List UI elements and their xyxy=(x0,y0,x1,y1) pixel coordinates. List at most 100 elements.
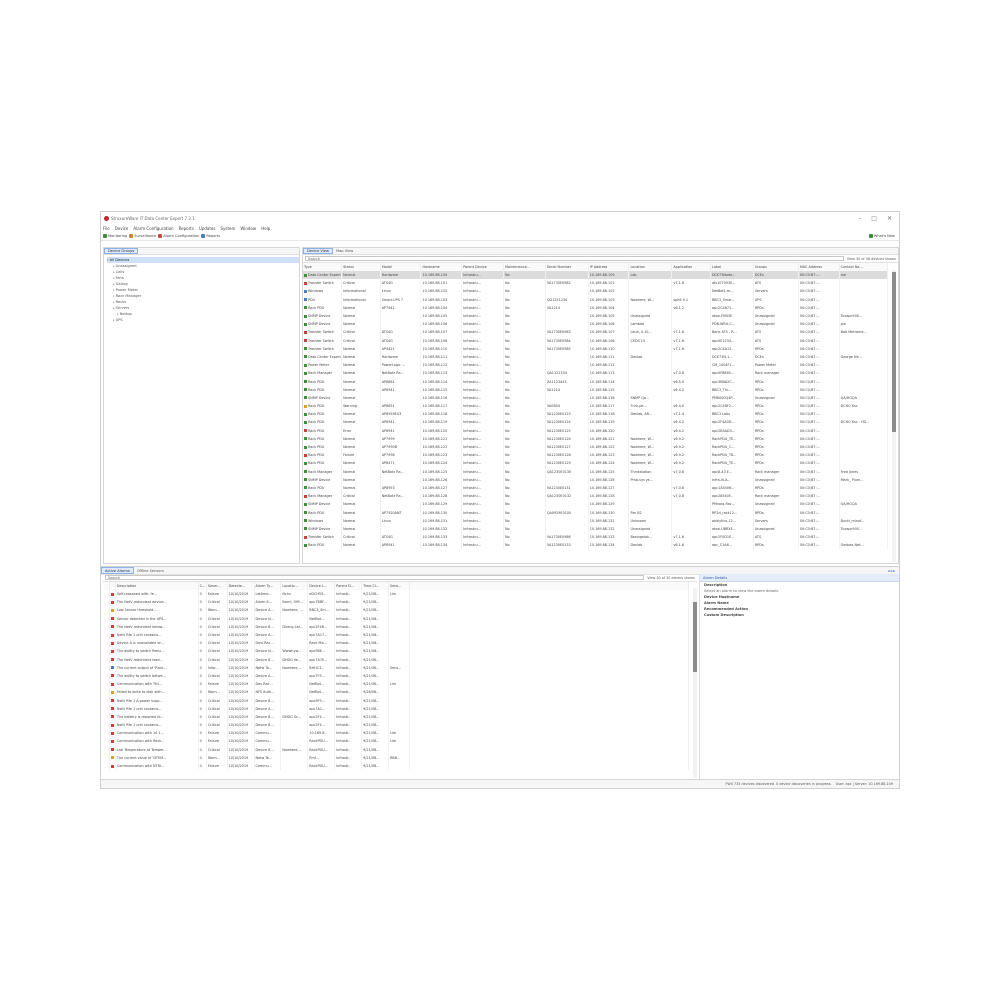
expand-icon[interactable]: ▸ xyxy=(113,276,115,280)
table-row[interactable]: Rack PDU Warning AP8651 10.169.88.117 Infras… xyxy=(303,402,889,411)
column-header[interactable]: IP Address xyxy=(588,263,630,271)
alarm-row[interactable]: Lab Temperature at Temper... 0 Critical 10/… xyxy=(103,745,690,754)
alarm-row[interactable]: The ability to switch betwe... 0 Critical 1… xyxy=(103,671,690,681)
alarm-search-input[interactable]: Search xyxy=(105,575,645,580)
column-header[interactable]: Type xyxy=(303,263,343,271)
device-search-input[interactable]: Search xyxy=(305,256,844,261)
table-row[interactable]: Windows Informational Linux 10.169.88.102 In… xyxy=(303,287,889,296)
expand-icon[interactable]: ▸ xyxy=(113,318,115,322)
table-row[interactable]: SNMP Device Normal 10.169.88.132 Infrastru.… xyxy=(303,524,889,533)
expand-icon[interactable]: ▾ xyxy=(107,258,109,262)
alarm-row[interactable]: The NetV redundant lead... 0 Critical 10/10… xyxy=(103,655,690,664)
menu-file[interactable]: File xyxy=(103,226,110,231)
column-header[interactable]: Description xyxy=(115,582,199,590)
column-header[interactable]: Locatio... xyxy=(280,582,309,590)
table-row[interactable]: Rack PDU Normal AP7999 10.169.88.121 Infrast… xyxy=(303,434,889,443)
table-row[interactable]: Transfer Switch Critical ATS4G 10.169.88.10… xyxy=(303,279,889,288)
alarm-row[interactable]: NetV Rfe 1 unit contains... 0 Critical 10/1… xyxy=(103,630,690,640)
table-row[interactable]: Rack PDU Failure AP7998 10.169.88.123 Infras… xyxy=(303,451,889,460)
close-button[interactable]: ✕ xyxy=(887,215,892,222)
table-row[interactable]: SNMP Device Normal 10.169.88.105 Infrastru.… xyxy=(303,311,889,321)
alarm-row[interactable]: Failed to write to disk with... 0 Warn... 1… xyxy=(103,688,690,697)
menu-updates[interactable]: Updates xyxy=(199,226,216,231)
column-header[interactable]: Location xyxy=(628,263,673,271)
column-header[interactable]: Model xyxy=(380,263,422,271)
table-row[interactable]: Rack Manager Critical NetBotz Ra... 10.169.… xyxy=(303,492,889,501)
table-row[interactable]: Windows Normal Linux 10.169.88.131 Infrastru… xyxy=(303,516,889,525)
column-header[interactable]: Alarm Ty... xyxy=(254,582,282,590)
alarm-row[interactable]: The ability to switch Redu... 0 Critical 10… xyxy=(103,647,690,656)
minimize-button[interactable]: – xyxy=(858,215,861,222)
column-header[interactable]: Serial Number xyxy=(545,263,589,271)
table-row[interactable]: Rack Manager Normal NetBotz Ra... 10.169.88… xyxy=(303,369,889,378)
table-row[interactable]: Rack PDU Normal AP7990B 10.169.88.122 Infras… xyxy=(303,442,889,452)
expand-icon[interactable]: ▸ xyxy=(113,306,115,310)
alarm-row[interactable]: NetV Rfe 1 unit contains... 0 Critical 10/1… xyxy=(103,704,690,713)
expand-icon[interactable]: ▸ xyxy=(117,312,119,316)
table-row[interactable]: Rack PDU Normal AP8861 10.169.88.114 Infrast… xyxy=(303,377,889,386)
table-row[interactable]: SNMP Device Normal 10.169.88.129 Infrastru.… xyxy=(303,500,889,509)
column-header[interactable]: Hostname xyxy=(420,263,463,271)
column-header[interactable]: Status xyxy=(341,263,381,271)
menu-window[interactable]: Window xyxy=(240,226,256,231)
alarm-row[interactable]: NetV Rfe 1 unit contains... 0 Critical 10/1… xyxy=(103,721,690,730)
menu-help[interactable]: Help xyxy=(261,226,270,231)
tab-offline-sensors[interactable]: Offline Sensors xyxy=(134,567,167,574)
table-row[interactable]: Transfer Switch Normal AP4421 10.169.88.110… xyxy=(303,344,889,353)
table-row[interactable]: Rack PDU Normal AP7920ANT 10.169.88.130 Infr… xyxy=(303,508,889,517)
expand-icon[interactable]: ▸ xyxy=(113,270,115,274)
alarm-configuration-perspective-button[interactable]: Alarm Configuration xyxy=(158,234,199,238)
tree-item[interactable]: ▸ UPS xyxy=(107,317,299,323)
scrollbar-thumb[interactable] xyxy=(892,272,896,432)
table-row[interactable]: Data Center Expert Normal Hardware 10.169.8… xyxy=(303,271,889,280)
column-header[interactable]: Maintenance... xyxy=(503,263,546,271)
table-row[interactable]: Rack PDU Normal AP8941 10.169.88.119 Infrast… xyxy=(303,418,889,427)
tab-active-alarms[interactable]: Active Alarms xyxy=(101,567,134,574)
scrollbar-thumb[interactable] xyxy=(693,602,697,672)
table-row[interactable]: Transfer Switch Critical ATS4G 10.169.88.10… xyxy=(303,336,889,345)
menu-device[interactable]: Device xyxy=(115,226,129,231)
reports-perspective-button[interactable]: Reports xyxy=(201,234,220,238)
table-row[interactable]: PDU Informational Smart-UPS 7 10.169.88.103… xyxy=(303,295,889,304)
alarm-row[interactable]: Communication with 10.1... 0 Failure 10/10/… xyxy=(103,729,690,738)
table-row[interactable]: Rack PDU Normal AP8953 10.169.88.127 Infrast… xyxy=(303,483,889,493)
alarm-row[interactable]: Sensor detected in the UPS... 0 Critical 10… xyxy=(103,614,690,623)
alarm-row[interactable]: Self-reasoned with: fe... 0 Failure 10/10/2… xyxy=(103,590,690,599)
column-header[interactable]: Sever... xyxy=(206,582,228,590)
alarm-row[interactable]: Low Sensor threshold... 0 Warn... 10/10/201… xyxy=(103,606,690,615)
column-header[interactable]: Contact Na... xyxy=(839,263,889,271)
table-row[interactable]: Transfer Switch Critical ATS4G 10.169.88.10… xyxy=(303,328,889,337)
table-row[interactable]: Rack PDU Normal AP8941 10.169.88.115 Infrast… xyxy=(303,385,889,394)
column-header[interactable]: MAC Address xyxy=(798,263,840,271)
column-header[interactable]: Sens... xyxy=(388,582,410,590)
maximize-button[interactable]: □ xyxy=(871,215,877,222)
alarm-row[interactable]: The NetV redundant below... 0 Critical 10/1… xyxy=(103,622,690,631)
table-row[interactable]: SNMP Device Normal 10.169.88.126 Infrastru.… xyxy=(303,475,889,484)
column-header[interactable]: Parent D... xyxy=(334,582,363,590)
device-table-scrollbar[interactable] xyxy=(892,270,896,562)
alarm-row[interactable]: Device A is unavailable or... 0 Critical 10… xyxy=(103,639,690,648)
table-row[interactable]: Transfer Switch Critical ATS4G 10.169.88.13… xyxy=(303,533,889,542)
table-row[interactable]: Rack PDU Error AP8941 10.169.88.120 Infrastr… xyxy=(303,426,889,435)
column-header[interactable]: Groups xyxy=(753,263,799,271)
column-header[interactable]: Detecte... xyxy=(227,582,255,590)
column-header[interactable]: Parent Device xyxy=(461,263,504,271)
alarm-row[interactable]: The NetV redundant device... 0 Critical 10/… xyxy=(103,598,690,607)
menu-alarm-configuration[interactable]: Alarm Configuration xyxy=(133,226,173,231)
view-menu-icon[interactable]: ▪▪▪ xyxy=(888,567,899,574)
tab-map-view[interactable]: Map View xyxy=(333,248,356,254)
column-header[interactable]: Time Cl... xyxy=(361,582,389,590)
table-row[interactable]: Rack PDU Normal AP8471 10.169.88.124 Infrast… xyxy=(303,459,889,468)
monitoring-perspective-button[interactable]: Monitoring xyxy=(103,234,127,238)
expand-icon[interactable]: ▸ xyxy=(113,282,115,286)
menu-system[interactable]: System xyxy=(220,226,235,231)
alarm-row[interactable]: Communication with Rack... 0 Failure 10/10/… xyxy=(103,737,690,746)
table-row[interactable]: Rack PDU Normal AP8941 10.169.88.134 Infrast… xyxy=(303,541,889,550)
tab-device-groups[interactable]: Device Groups xyxy=(104,248,139,254)
alarm-row[interactable]: The current value of ‘NTEM... 0 Warn... 10/… xyxy=(103,753,690,762)
expand-icon[interactable]: ▸ xyxy=(113,288,115,292)
column-header[interactable]: C... xyxy=(198,582,207,590)
alarm-row[interactable]: The battery is reported fo... 0 Critical 10… xyxy=(103,712,690,721)
alarm-row[interactable]: NetV Rfe 1 A power supp... 0 Critical 10/10… xyxy=(103,696,690,705)
table-row[interactable]: SNMP Device Normal 10.169.88.116 Infrastru.… xyxy=(303,393,889,402)
